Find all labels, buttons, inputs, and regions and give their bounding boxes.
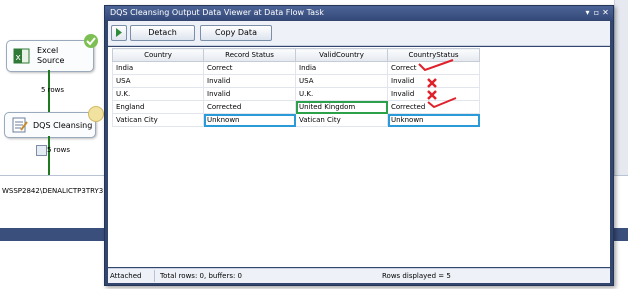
success-check-icon <box>84 34 98 48</box>
rows-count-label-1: 5 rows <box>41 86 65 94</box>
data-viewer-icon[interactable] <box>36 145 47 156</box>
play-icon <box>116 28 122 37</box>
column-header-record-status[interactable]: Record Status <box>203 48 296 62</box>
dropdown-icon[interactable]: ▾ <box>583 8 592 17</box>
excel-source-label-2: Source <box>37 56 65 65</box>
detach-button[interactable]: Detach <box>130 25 195 41</box>
excel-source-label-1: Excel <box>37 46 59 55</box>
total-rows-status: Total rows: 0, buffers: 0 <box>160 272 243 280</box>
warning-icon <box>88 106 104 122</box>
table-row[interactable]: Vatican City Unknown Vatican City Unknow… <box>112 113 480 127</box>
status-separator <box>154 270 155 282</box>
cell-valid-country[interactable]: U.K. <box>295 87 388 101</box>
cell-country[interactable]: Vatican City <box>112 113 204 127</box>
svg-text:x: x <box>16 53 22 63</box>
continue-button[interactable] <box>111 25 127 41</box>
title-bar[interactable]: DQS Cleansing Output Data Viewer at Data… <box>105 6 613 20</box>
close-icon[interactable]: ✕ <box>601 8 610 17</box>
cell-valid-country[interactable]: India <box>295 61 388 75</box>
table-row[interactable]: USA Invalid USA Invalid <box>112 74 480 88</box>
column-header-country[interactable]: Country <box>112 48 204 62</box>
excel-icon: x <box>13 47 31 65</box>
window-title: DQS Cleansing Output Data Viewer at Data… <box>110 8 324 17</box>
restore-icon[interactable]: ▫ <box>592 8 601 17</box>
cell-record-status[interactable]: Unknown <box>203 113 296 127</box>
cell-valid-country[interactable]: Vatican City <box>295 113 388 127</box>
copy-data-button[interactable]: Copy Data <box>200 25 272 41</box>
red-check-annotation-icon <box>427 97 457 109</box>
data-grid-area[interactable]: Country Record Status ValidCountry Count… <box>108 47 610 267</box>
cell-valid-country[interactable]: United Kingdom <box>295 100 388 114</box>
cell-country[interactable]: U.K. <box>112 87 204 101</box>
table-row[interactable]: U.K. Invalid U.K. Invalid <box>112 87 480 101</box>
table-row[interactable]: England Corrected United Kingdom Correct… <box>112 100 480 114</box>
cell-country[interactable]: England <box>112 100 204 114</box>
rows-count-label-2: 5 rows <box>47 146 71 154</box>
red-cross-annotation-icon <box>427 78 437 88</box>
dqs-cleansing-icon <box>11 116 29 134</box>
cell-country[interactable]: USA <box>112 74 204 88</box>
cell-record-status[interactable]: Corrected <box>203 100 296 114</box>
cell-country[interactable]: India <box>112 61 204 75</box>
cell-record-status[interactable]: Invalid <box>203 87 296 101</box>
column-header-valid-country[interactable]: ValidCountry <box>295 48 388 62</box>
attached-status: Attached <box>110 272 142 280</box>
viewer-toolbar: Detach Copy Data <box>108 21 610 46</box>
rows-displayed-status: Rows displayed = 5 <box>382 272 451 280</box>
cell-valid-country[interactable]: USA <box>295 74 388 88</box>
data-viewer-window: DQS Cleansing Output Data Viewer at Data… <box>104 5 614 286</box>
data-path-2[interactable] <box>48 136 50 175</box>
cell-record-status[interactable]: Invalid <box>203 74 296 88</box>
dqs-cleansing-label: DQS Cleansing <box>33 121 93 130</box>
cell-country-status[interactable]: Unknown <box>387 113 480 127</box>
status-bar: Attached Total rows: 0, buffers: 0 Rows … <box>108 268 610 283</box>
red-check-annotation-icon <box>418 59 454 72</box>
dqs-cleansing-task[interactable]: DQS Cleansing <box>4 112 96 138</box>
cell-record-status[interactable]: Correct <box>203 61 296 75</box>
connection-manager-name[interactable]: WSSP2842\DENALICTP3TRY3 <box>2 187 103 195</box>
excel-source-task[interactable]: x Excel Source <box>6 40 94 72</box>
